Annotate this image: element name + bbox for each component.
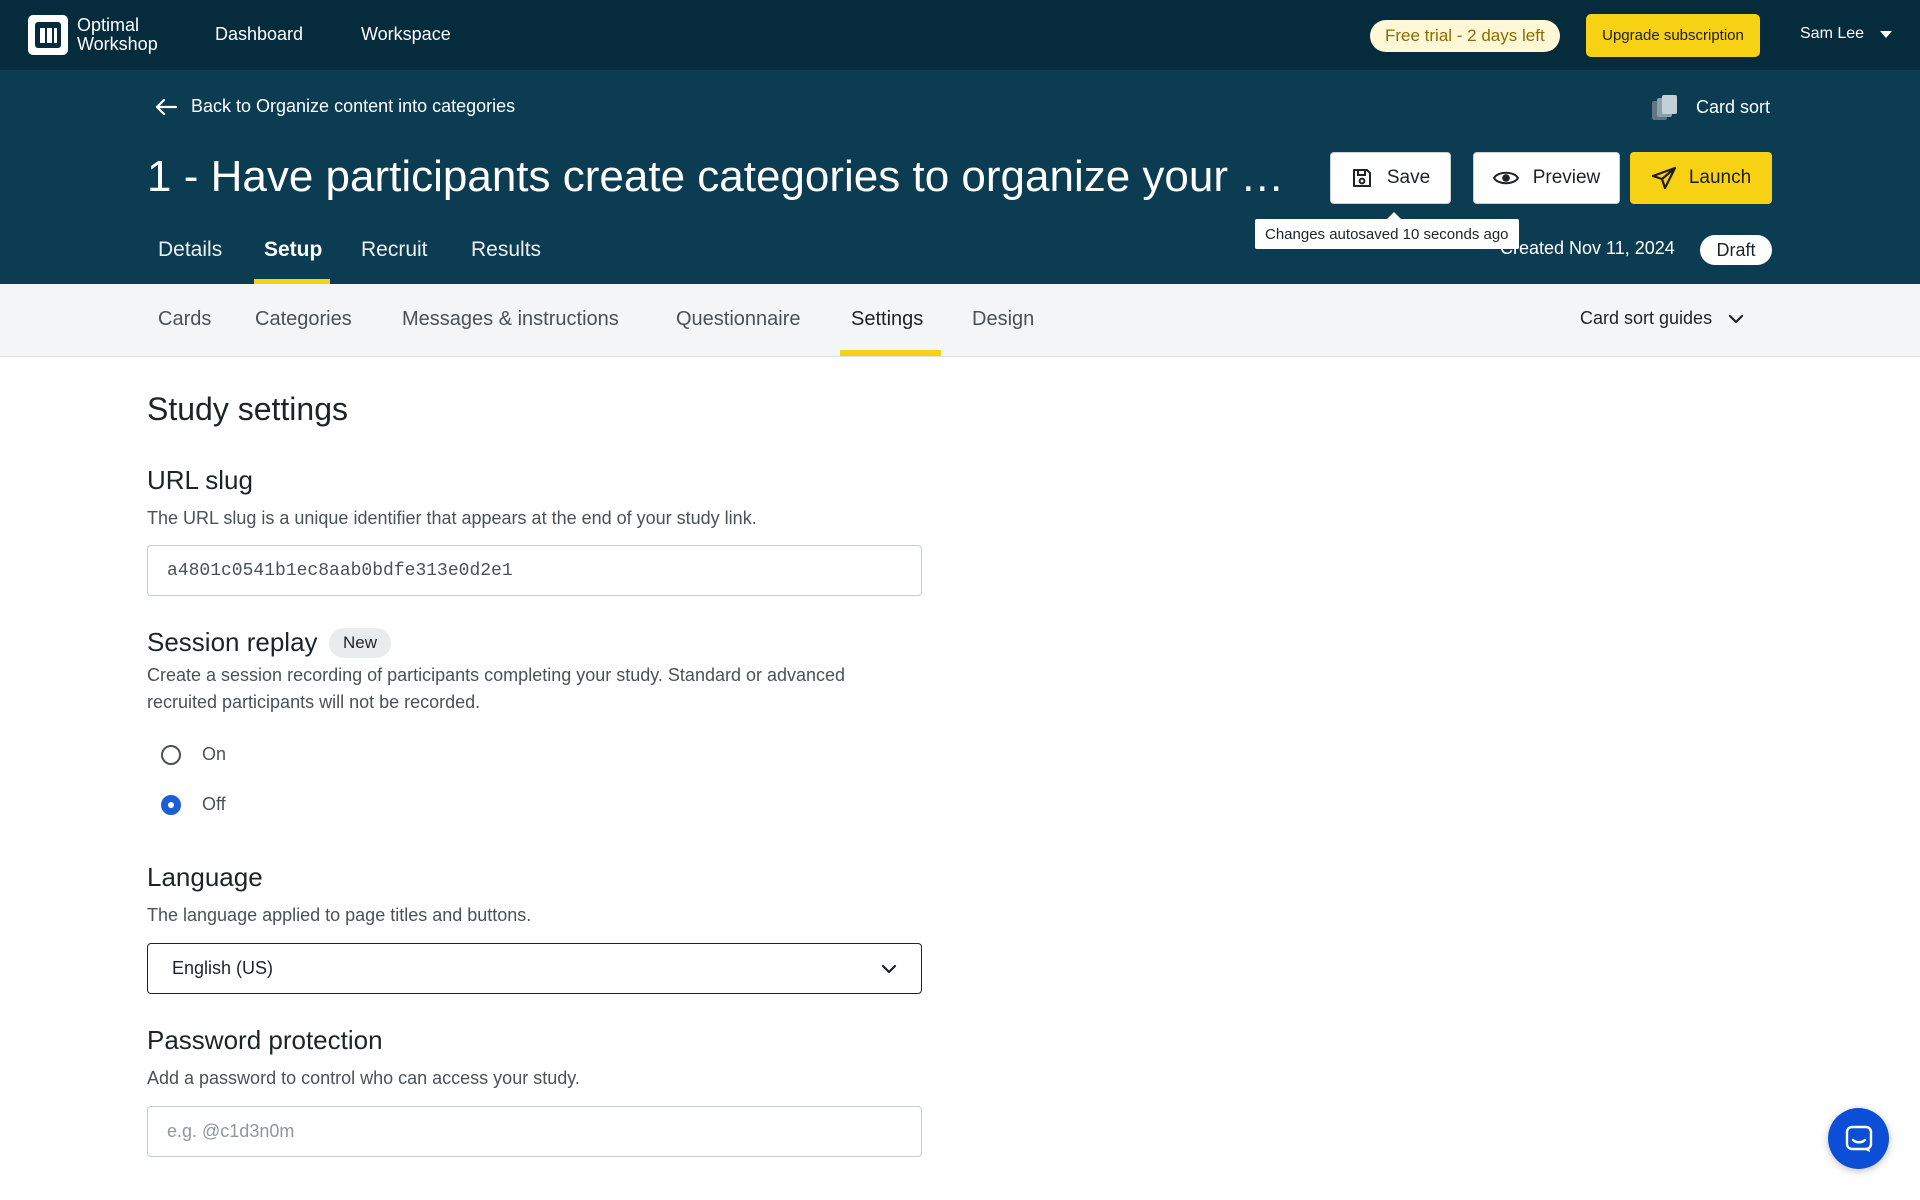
language-title: Language [147, 862, 263, 892]
free-trial-badge[interactable]: Free trial - 2 days left [1370, 20, 1560, 52]
chat-launcher-button[interactable] [1828, 1108, 1889, 1169]
subtab-design[interactable]: Design [972, 308, 1034, 331]
guides-label: Card sort guides [1580, 308, 1713, 328]
radio-on-button[interactable] [161, 744, 181, 765]
save-icon [1352, 169, 1371, 187]
url-slug-description: The URL slug is a unique identifier that… [147, 508, 757, 528]
chevron-down-icon [881, 964, 897, 973]
brand-logo[interactable]: Optimal Workshop [28, 15, 167, 55]
page-title: 1 - Have participants create categories … [147, 152, 1287, 201]
save-label: Save [1386, 167, 1431, 188]
radio-off[interactable]: Off [161, 794, 226, 815]
status-badge: Draft [1700, 235, 1772, 265]
preview-button[interactable]: Preview [1473, 152, 1620, 204]
url-slug-field[interactable]: a4801c0541b1ec8aab0bdfe313e0d2e1 [147, 545, 922, 596]
eye-icon [1492, 171, 1519, 185]
subtab-cards[interactable]: Cards [158, 308, 211, 331]
tab-recruit[interactable]: Recruit [361, 238, 428, 262]
nav-workspace[interactable]: Workspace [361, 24, 451, 45]
section-heading: Study settings [147, 391, 348, 427]
send-icon [1651, 166, 1676, 190]
logo-line-1: Optimal [77, 15, 140, 35]
language-description: The language applied to page titles and … [147, 905, 532, 925]
arrow-left-icon [155, 98, 177, 115]
card-sort-guides-dropdown[interactable]: Card sort guides [1580, 308, 1744, 329]
radio-on[interactable]: On [161, 744, 226, 765]
subtab-categories[interactable]: Categories [255, 308, 352, 331]
tab-results[interactable]: Results [471, 238, 541, 262]
tab-setup[interactable]: Setup [264, 238, 322, 262]
radio-on-label[interactable]: On [202, 744, 226, 765]
subtab-messages-instructions[interactable]: Messages & instructions [402, 308, 619, 331]
password-title: Password protection [147, 1025, 383, 1055]
created-date: Created Nov 11, 2024 [1500, 238, 1675, 258]
url-slug-title: URL slug [147, 465, 253, 495]
back-link[interactable]: Back to Organize content into categories [155, 96, 515, 117]
save-button[interactable]: Save [1330, 152, 1451, 204]
upgrade-subscription-button[interactable]: Upgrade subscription [1586, 14, 1760, 57]
caret-down-icon [1880, 30, 1893, 38]
top-navbar: Optimal Workshop Dashboard Workspace Fre… [0, 0, 1920, 70]
chat-icon [1845, 1125, 1872, 1152]
radio-off-button[interactable] [161, 794, 181, 815]
session-replay-title: Session replay [147, 627, 318, 657]
autosave-tooltip: Changes autosaved 10 seconds ago [1255, 212, 1519, 249]
study-header: Back to Organize content into categories… [0, 70, 1920, 284]
active-subtab-indicator [840, 350, 941, 356]
study-type-label: Card sort [1696, 96, 1771, 117]
user-name: Sam Lee [1800, 25, 1865, 42]
language-selected-value: English (US) [172, 958, 274, 978]
new-badge: New [329, 628, 392, 658]
launch-button[interactable]: Launch [1630, 152, 1772, 204]
user-menu[interactable]: Sam Lee [1800, 25, 1893, 43]
subtab-questionnaire[interactable]: Questionnaire [676, 308, 801, 331]
session-replay-description: Create a session recording of participan… [147, 665, 846, 712]
nav-dashboard[interactable]: Dashboard [215, 24, 303, 45]
preview-label: Preview [1532, 167, 1601, 188]
logo-text: Optimal Workshop [77, 16, 167, 54]
password-description: Add a password to control who can access… [147, 1068, 580, 1088]
setup-subnav: Cards Categories Messages & instructions… [0, 284, 1920, 357]
study-type: Card sort [1652, 94, 1770, 120]
back-link-label: Back to Organize content into categories [191, 96, 516, 116]
logo-line-2: Workshop [77, 34, 158, 54]
launch-label: Launch [1688, 167, 1752, 188]
chevron-down-icon [1728, 314, 1744, 323]
radio-off-label[interactable]: Off [202, 794, 226, 815]
password-field[interactable] [147, 1106, 922, 1157]
tab-details[interactable]: Details [158, 238, 222, 262]
logo-icon [28, 15, 68, 55]
subtab-settings[interactable]: Settings [851, 308, 923, 331]
language-select[interactable]: English (US) [147, 943, 922, 994]
card-stack-icon [1652, 94, 1678, 120]
